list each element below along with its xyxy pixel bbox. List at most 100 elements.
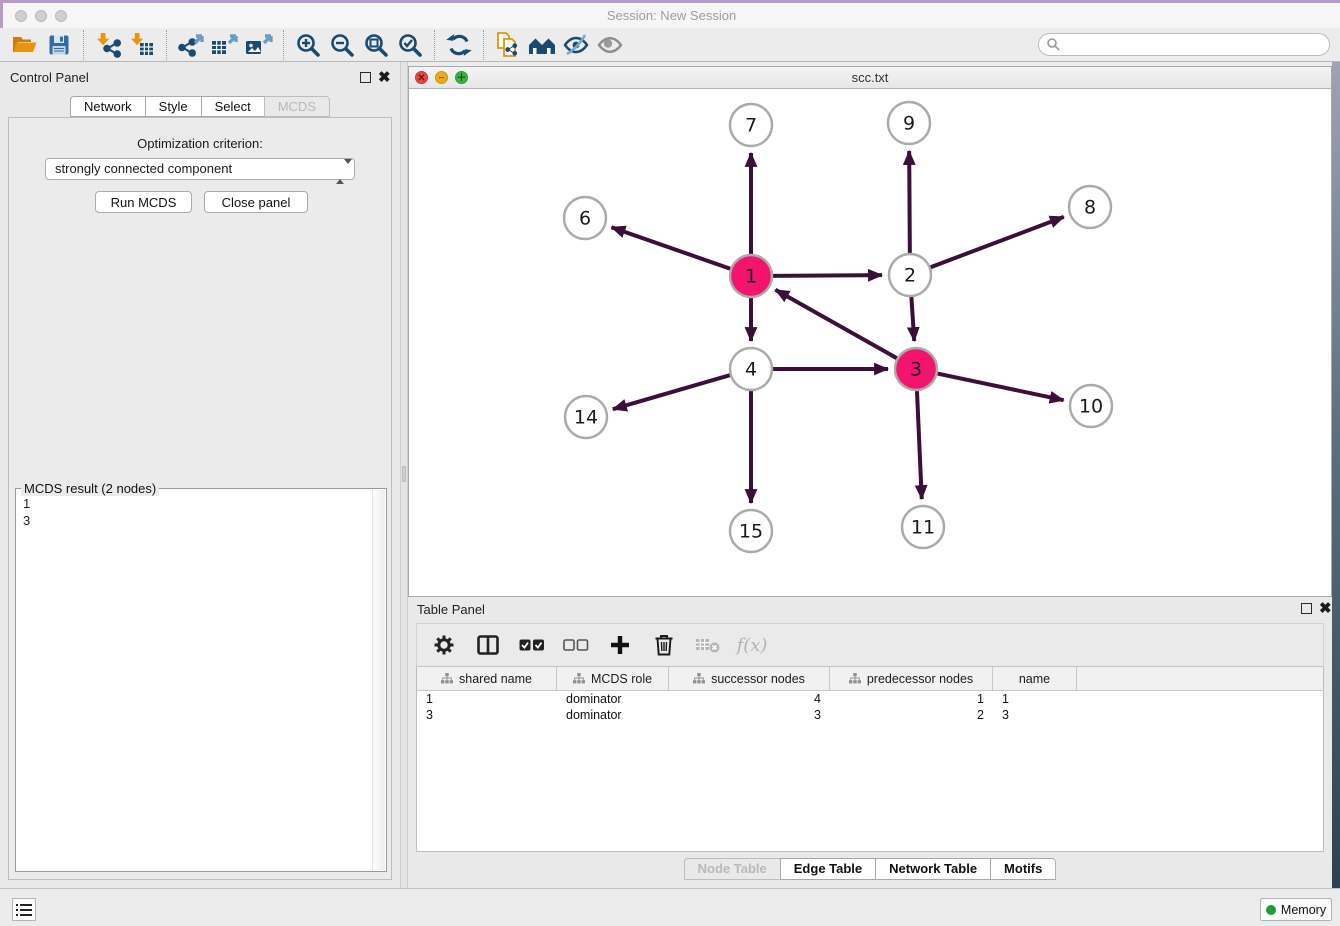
save-session-button[interactable] bbox=[42, 30, 76, 60]
import-network-button[interactable] bbox=[91, 30, 125, 60]
gear-button[interactable] bbox=[429, 630, 459, 660]
split-view-icon bbox=[476, 634, 500, 656]
tab-edge-table[interactable]: Edge Table bbox=[780, 858, 875, 880]
toolbar-separator bbox=[483, 30, 484, 60]
zoom-fit-button[interactable] bbox=[359, 30, 393, 60]
function-builder-icon: f(x) bbox=[737, 635, 768, 656]
column-header-MCDS-role[interactable]: MCDS role bbox=[557, 667, 669, 690]
minimize-window-icon[interactable] bbox=[35, 10, 47, 22]
column-header-predecessor-nodes[interactable]: predecessor nodes bbox=[830, 667, 993, 690]
export-image-button[interactable] bbox=[242, 30, 276, 60]
column-label: shared name bbox=[459, 672, 532, 686]
edge-1-2[interactable] bbox=[773, 275, 882, 276]
zoom-out-icon bbox=[329, 32, 355, 58]
node-label-1: 1 bbox=[745, 266, 757, 288]
float-panel-icon[interactable] bbox=[360, 72, 371, 83]
export-table-button[interactable] bbox=[208, 30, 242, 60]
edge-4-14[interactable] bbox=[613, 375, 730, 409]
tab-style[interactable]: Style bbox=[145, 96, 201, 117]
table-tabs: Node TableEdge TableNetwork TableMotifs bbox=[408, 858, 1332, 880]
criterion-dropdown[interactable]: strongly connected component bbox=[45, 158, 355, 180]
float-table-panel-icon[interactable] bbox=[1301, 603, 1312, 614]
deselect-all-button[interactable] bbox=[561, 630, 591, 660]
edge-2-9[interactable] bbox=[909, 151, 910, 253]
tab-network[interactable]: Network bbox=[70, 96, 145, 117]
tab-select[interactable]: Select bbox=[201, 96, 264, 117]
cell-MCDS-role[interactable]: dominator bbox=[557, 691, 669, 707]
cell-predecessor-nodes[interactable]: 2 bbox=[830, 707, 993, 723]
column-type-icon bbox=[441, 673, 453, 684]
edge-2-8[interactable] bbox=[931, 217, 1064, 267]
refresh-layout-icon bbox=[446, 32, 472, 58]
cell-shared-name[interactable]: 3 bbox=[417, 707, 557, 723]
add-column-button[interactable] bbox=[605, 630, 635, 660]
edge-2-3[interactable] bbox=[911, 297, 914, 341]
result-scrollbar[interactable] bbox=[372, 490, 385, 870]
zoom-fit-icon bbox=[363, 32, 389, 58]
column-label: name bbox=[1019, 672, 1050, 686]
open-file-icon bbox=[12, 33, 38, 57]
tab-motifs[interactable]: Motifs bbox=[990, 858, 1056, 880]
split-view-button[interactable] bbox=[473, 630, 503, 660]
node-label-6: 6 bbox=[579, 208, 591, 230]
network-graph[interactable]: 1234678910111415 bbox=[409, 89, 1331, 596]
delete-column-button[interactable] bbox=[649, 630, 679, 660]
column-header-name[interactable]: name bbox=[993, 667, 1077, 690]
table-row[interactable]: 3dominator323 bbox=[417, 707, 1323, 723]
column-header-shared-name[interactable]: shared name bbox=[417, 667, 557, 690]
splitter-grip[interactable] bbox=[402, 466, 406, 482]
refresh-layout-button[interactable] bbox=[442, 30, 476, 60]
mcds-result-line: 1 bbox=[23, 495, 365, 512]
import-network-icon bbox=[95, 32, 121, 58]
developers-log-button[interactable] bbox=[12, 898, 36, 921]
close-table-panel-icon[interactable]: ✖ bbox=[1319, 599, 1332, 617]
table-panel: Table Panel ✖ f(x) shared name MCDS roles… bbox=[408, 597, 1332, 888]
table-header-row: shared name MCDS rolesuccessor nodesprede… bbox=[417, 667, 1323, 691]
zoom-in-button[interactable] bbox=[291, 30, 325, 60]
close-window-icon[interactable] bbox=[15, 10, 27, 22]
zoom-window-icon[interactable] bbox=[55, 10, 67, 22]
cell-successor-nodes[interactable]: 3 bbox=[669, 707, 830, 723]
edge-3-11[interactable] bbox=[917, 391, 922, 499]
open-file-button[interactable] bbox=[8, 30, 42, 60]
import-table-icon bbox=[129, 32, 155, 58]
show-all-button[interactable] bbox=[593, 30, 627, 60]
select-all-button[interactable] bbox=[517, 630, 547, 660]
zoom-selected-button[interactable] bbox=[393, 30, 427, 60]
save-session-icon bbox=[47, 33, 71, 57]
edge-1-6[interactable] bbox=[611, 227, 730, 269]
first-neighbors-button[interactable] bbox=[525, 30, 559, 60]
mcds-result-text[interactable]: 13 bbox=[16, 491, 372, 869]
zoom-out-button[interactable] bbox=[325, 30, 359, 60]
export-network-button[interactable] bbox=[174, 30, 208, 60]
cell-name[interactable]: 1 bbox=[993, 691, 1077, 707]
column-header-successor-nodes[interactable]: successor nodes bbox=[669, 667, 830, 690]
hide-selected-icon bbox=[562, 32, 590, 58]
cell-shared-name[interactable]: 1 bbox=[417, 691, 557, 707]
edge-3-10[interactable] bbox=[938, 374, 1064, 401]
table-toolbar: f(x) bbox=[416, 623, 1324, 667]
run-mcds-button[interactable]: Run MCDS bbox=[95, 191, 192, 213]
node-label-3: 3 bbox=[910, 359, 922, 381]
tab-network-table[interactable]: Network Table bbox=[875, 858, 990, 880]
cell-predecessor-nodes[interactable]: 1 bbox=[830, 691, 993, 707]
close-panel-icon[interactable]: ✖ bbox=[378, 68, 391, 86]
table-panel-title: Table Panel bbox=[417, 602, 485, 617]
node-label-10: 10 bbox=[1079, 396, 1103, 418]
clone-network-icon bbox=[494, 31, 522, 59]
hide-selected-button[interactable] bbox=[559, 30, 593, 60]
cell-successor-nodes[interactable]: 4 bbox=[669, 691, 830, 707]
vertical-splitter[interactable] bbox=[400, 62, 408, 888]
tab-node-table[interactable]: Node Table bbox=[684, 858, 780, 880]
import-table-button[interactable] bbox=[125, 30, 159, 60]
clone-network-button[interactable] bbox=[491, 30, 525, 60]
tab-mcds[interactable]: MCDS bbox=[264, 96, 330, 117]
edge-3-1[interactable] bbox=[775, 290, 896, 358]
cell-name[interactable]: 3 bbox=[993, 707, 1077, 723]
table-row[interactable]: 1dominator411 bbox=[417, 691, 1323, 707]
search-input[interactable] bbox=[1038, 33, 1330, 56]
close-panel-button[interactable]: Close panel bbox=[204, 191, 308, 213]
cell-MCDS-role[interactable]: dominator bbox=[557, 707, 669, 723]
export-network-icon bbox=[177, 32, 205, 58]
memory-button[interactable]: Memory bbox=[1260, 898, 1332, 921]
